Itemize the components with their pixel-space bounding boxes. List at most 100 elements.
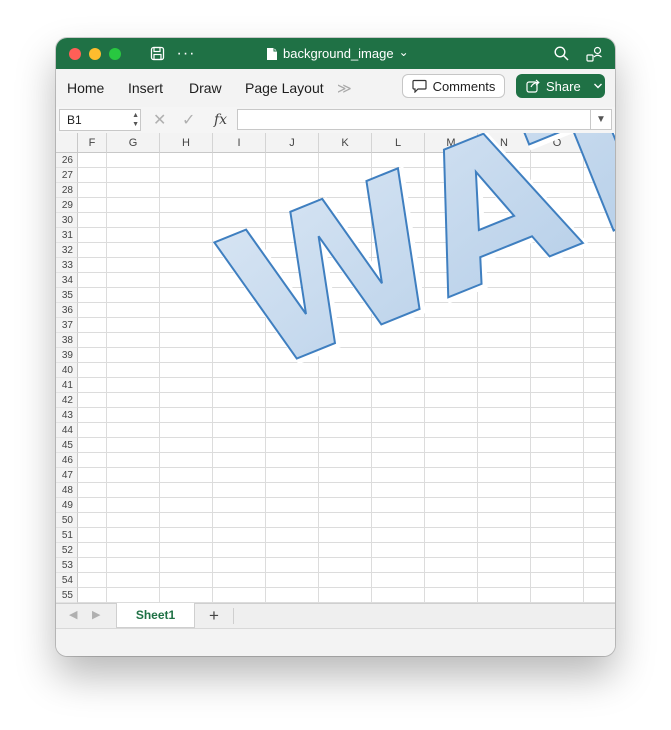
share-button[interactable]: Share — [516, 74, 605, 98]
grid-hline — [78, 542, 615, 543]
grid-hline — [78, 392, 615, 393]
sheet-tab-label: Sheet1 — [135, 608, 176, 622]
sheet-tabs-bar: ◀ ▶ Sheet1 + — [56, 603, 615, 629]
row-header-29[interactable]: 29 — [56, 198, 78, 213]
row-header-44[interactable]: 44 — [56, 423, 78, 438]
grid-hline — [78, 557, 615, 558]
grid-hline — [78, 407, 615, 408]
row-header-30[interactable]: 30 — [56, 213, 78, 228]
grid-hline — [78, 167, 615, 168]
row-header-27[interactable]: 27 — [56, 168, 78, 183]
window-title-group[interactable]: background_image ⌄ — [266, 38, 409, 69]
row-header-31[interactable]: 31 — [56, 228, 78, 243]
column-header-h[interactable]: H — [160, 133, 213, 153]
grid-vline — [424, 153, 425, 603]
document-icon — [267, 47, 277, 60]
grid-hline — [78, 527, 615, 528]
row-header-51[interactable]: 51 — [56, 528, 78, 543]
grid-vline — [212, 153, 213, 603]
ribbon-overflow-icon[interactable]: ≫ — [337, 69, 352, 107]
row-header-46[interactable]: 46 — [56, 453, 78, 468]
next-sheet-icon[interactable]: ▶ — [92, 608, 100, 621]
cancel-edit-icon[interactable]: ✕ — [153, 110, 166, 130]
row-header-43[interactable]: 43 — [56, 408, 78, 423]
tab-home[interactable]: Home — [67, 69, 104, 107]
maximize-window-button[interactable] — [109, 48, 121, 60]
minimize-window-button[interactable] — [89, 48, 101, 60]
tab-page-layout[interactable]: Page Layout — [245, 69, 324, 107]
share-dropdown-chevron-icon[interactable] — [593, 82, 603, 90]
grid-hline — [78, 422, 615, 423]
insert-function-icon[interactable]: fx — [214, 110, 227, 130]
comment-icon — [411, 79, 427, 93]
grid-hline — [78, 452, 615, 453]
row-header-45[interactable]: 45 — [56, 438, 78, 453]
column-header-l[interactable]: L — [372, 133, 425, 153]
watermark-image: WATER WATER — [194, 133, 615, 420]
previous-sheet-icon[interactable]: ◀ — [69, 608, 77, 621]
column-header-m[interactable]: M — [425, 133, 478, 153]
column-header-j[interactable]: J — [266, 133, 319, 153]
row-header-34[interactable]: 34 — [56, 273, 78, 288]
grid-hline — [78, 302, 615, 303]
row-header-42[interactable]: 42 — [56, 393, 78, 408]
column-header-g[interactable]: G — [107, 133, 160, 153]
row-header-26[interactable]: 26 — [56, 153, 78, 168]
grid-hline — [78, 347, 615, 348]
tab-draw[interactable]: Draw — [189, 69, 222, 107]
tab-insert[interactable]: Insert — [128, 69, 163, 107]
row-header-53[interactable]: 53 — [56, 558, 78, 573]
row-header-38[interactable]: 38 — [56, 333, 78, 348]
status-bar — [56, 628, 615, 656]
row-header-54[interactable]: 54 — [56, 573, 78, 588]
row-header-47[interactable]: 47 — [56, 468, 78, 483]
formula-expand-icon[interactable]: ▼ — [590, 110, 611, 129]
grid-hline — [78, 227, 615, 228]
row-header-37[interactable]: 37 — [56, 318, 78, 333]
row-header-40[interactable]: 40 — [56, 363, 78, 378]
column-header-n[interactable]: N — [478, 133, 531, 153]
select-all-corner[interactable] — [56, 133, 78, 153]
row-header-49[interactable]: 49 — [56, 498, 78, 513]
column-header-i[interactable]: I — [213, 133, 266, 153]
row-header-36[interactable]: 36 — [56, 303, 78, 318]
row-header-48[interactable]: 48 — [56, 483, 78, 498]
name-box-up-icon[interactable]: ▲ — [132, 112, 139, 119]
grid-hline — [78, 242, 615, 243]
name-box-down-icon[interactable]: ▼ — [132, 121, 139, 128]
row-header-32[interactable]: 32 — [56, 243, 78, 258]
collaborate-icon[interactable] — [584, 38, 604, 69]
more-options-icon[interactable]: ··· — [176, 38, 196, 69]
row-header-55[interactable]: 55 — [56, 588, 78, 603]
row-header-35[interactable]: 35 — [56, 288, 78, 303]
tabs-divider — [233, 608, 234, 624]
title-chevron-icon: ⌄ — [398, 44, 409, 59]
row-header-39[interactable]: 39 — [56, 348, 78, 363]
save-icon[interactable] — [148, 38, 166, 69]
row-header-41[interactable]: 41 — [56, 378, 78, 393]
row-header-52[interactable]: 52 — [56, 543, 78, 558]
column-header-k[interactable]: K — [319, 133, 372, 153]
grid-vline — [159, 153, 160, 603]
sheet-tab-sheet1[interactable]: Sheet1 — [116, 603, 195, 628]
grid-hline — [78, 197, 615, 198]
spreadsheet-grid[interactable]: FGHIJKLMNOP 26 27 28 29 30 31 32 33 34 35 36 37 38 39… — [56, 133, 615, 603]
row-header-33[interactable]: 33 — [56, 258, 78, 273]
column-header-o[interactable]: O — [531, 133, 584, 153]
close-window-button[interactable] — [69, 48, 81, 60]
share-icon — [526, 79, 540, 93]
confirm-edit-icon[interactable]: ✓ — [182, 110, 195, 130]
search-icon[interactable] — [552, 38, 570, 69]
add-sheet-button[interactable]: + — [204, 604, 224, 628]
comments-label: Comments — [432, 78, 496, 94]
column-header-f[interactable]: F — [78, 133, 107, 153]
name-box[interactable]: B1 ▲ ▼ — [59, 109, 141, 131]
formula-input[interactable]: ▼ — [237, 109, 612, 130]
row-header-50[interactable]: 50 — [56, 513, 78, 528]
row-header-28[interactable]: 28 — [56, 183, 78, 198]
grid-vline — [530, 153, 531, 603]
column-header-p[interactable]: P — [584, 133, 615, 153]
title-bar: ··· background_image ⌄ — [56, 38, 615, 69]
comments-button[interactable]: Comments — [402, 74, 505, 98]
grid-hline — [78, 362, 615, 363]
